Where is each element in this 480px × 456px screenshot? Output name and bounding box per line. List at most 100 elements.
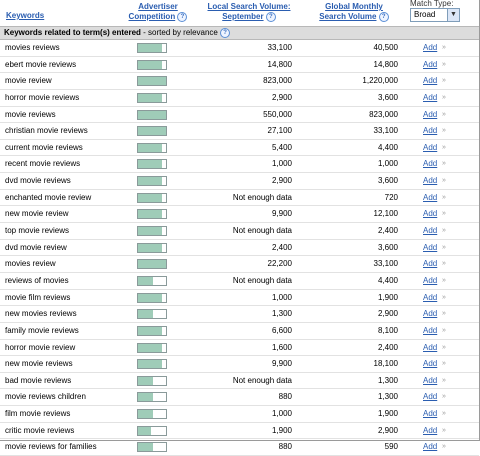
chevron-right-icon[interactable]: » bbox=[442, 110, 446, 120]
add-link[interactable]: Add bbox=[423, 243, 437, 253]
local-volume-cell: 880 bbox=[278, 442, 292, 452]
keyword-cell: dvd movie reviews bbox=[5, 176, 71, 186]
chevron-right-icon[interactable]: » bbox=[442, 259, 446, 269]
chevron-right-icon[interactable]: » bbox=[442, 126, 446, 136]
keyword-cell: recent movie reviews bbox=[5, 159, 81, 169]
column-header-local-volume[interactable]: Local Search Volume: September ? bbox=[200, 2, 298, 22]
add-link[interactable]: Add bbox=[423, 293, 437, 303]
competition-bar-fill bbox=[138, 293, 162, 302]
chevron-right-icon[interactable]: » bbox=[442, 293, 446, 303]
global-header-line2: Search Volume bbox=[319, 12, 377, 22]
add-link[interactable]: Add bbox=[423, 326, 437, 336]
keyword-cell: current movie reviews bbox=[5, 142, 83, 152]
add-link[interactable]: Add bbox=[423, 392, 437, 402]
chevron-right-icon[interactable]: » bbox=[442, 159, 446, 169]
competition-bar-fill bbox=[138, 443, 154, 452]
help-icon[interactable]: ? bbox=[220, 27, 231, 38]
competition-bar bbox=[137, 392, 167, 403]
chevron-right-icon[interactable]: » bbox=[442, 309, 446, 319]
local-volume-cell: 5,400 bbox=[271, 142, 292, 152]
column-header-competition[interactable]: Advertiser Competition ? bbox=[118, 2, 198, 22]
chevron-right-icon[interactable]: » bbox=[442, 409, 446, 419]
chevron-right-icon[interactable]: » bbox=[442, 343, 446, 353]
add-link[interactable]: Add bbox=[423, 60, 437, 70]
add-link[interactable]: Add bbox=[423, 226, 437, 236]
table-row: ebert movie reviews 14,800 14,800 Add » bbox=[0, 57, 479, 74]
add-link[interactable]: Add bbox=[423, 442, 437, 452]
competition-bar-fill bbox=[138, 276, 154, 285]
add-link[interactable]: Add bbox=[423, 259, 437, 269]
global-volume-cell: 3,600 bbox=[377, 176, 398, 186]
keyword-cell: enchanted movie review bbox=[5, 192, 92, 202]
local-volume-cell: 1,900 bbox=[271, 425, 292, 435]
chevron-right-icon[interactable]: » bbox=[442, 60, 446, 70]
add-link[interactable]: Add bbox=[423, 143, 437, 153]
chevron-right-icon[interactable]: » bbox=[442, 243, 446, 253]
chevron-right-icon[interactable]: » bbox=[442, 93, 446, 103]
add-link[interactable]: Add bbox=[423, 76, 437, 86]
add-link[interactable]: Add bbox=[423, 209, 437, 219]
keyword-cell: movie review bbox=[5, 76, 52, 86]
local-volume-cell: 2,400 bbox=[271, 242, 292, 252]
chevron-right-icon[interactable]: » bbox=[442, 392, 446, 402]
chevron-right-icon[interactable]: » bbox=[442, 176, 446, 186]
match-type-value: Broad bbox=[414, 10, 436, 19]
chevron-right-icon[interactable]: » bbox=[442, 276, 446, 286]
add-link[interactable]: Add bbox=[423, 126, 437, 136]
add-link[interactable]: Add bbox=[423, 43, 437, 53]
competition-bar bbox=[137, 425, 167, 436]
column-header-keywords[interactable]: Keywords bbox=[6, 11, 44, 20]
keyword-cell: critic movie reviews bbox=[5, 425, 75, 435]
add-link[interactable]: Add bbox=[423, 309, 437, 319]
global-volume-cell: 12,100 bbox=[373, 209, 398, 219]
add-link[interactable]: Add bbox=[423, 343, 437, 353]
local-volume-cell: 27,100 bbox=[267, 126, 292, 136]
match-type-select[interactable]: Broad ▼ bbox=[410, 8, 460, 22]
keyword-cell: movies reviews bbox=[5, 43, 60, 52]
competition-bar-fill bbox=[138, 410, 154, 419]
table-row: new movie review 9,900 12,100 Add » bbox=[0, 206, 479, 224]
help-icon[interactable]: ? bbox=[265, 12, 276, 22]
add-link[interactable]: Add bbox=[423, 376, 437, 386]
add-link[interactable]: Add bbox=[423, 176, 437, 186]
add-link[interactable]: Add bbox=[423, 159, 437, 169]
global-volume-cell: 8,100 bbox=[377, 325, 398, 335]
add-link[interactable]: Add bbox=[423, 93, 437, 103]
add-link[interactable]: Add bbox=[423, 359, 437, 369]
keyword-cell: top movie reviews bbox=[5, 226, 70, 236]
help-icon[interactable]: ? bbox=[177, 12, 188, 22]
competition-header-line2: Competition bbox=[128, 12, 176, 22]
chevron-right-icon[interactable]: » bbox=[442, 193, 446, 203]
chevron-right-icon[interactable]: » bbox=[442, 376, 446, 386]
competition-bar bbox=[137, 375, 167, 386]
chevron-down-icon[interactable]: ▼ bbox=[447, 9, 459, 21]
competition-bar-fill bbox=[138, 44, 162, 52]
chevron-right-icon[interactable]: » bbox=[442, 43, 446, 53]
add-link[interactable]: Add bbox=[423, 409, 437, 419]
chevron-right-icon[interactable]: » bbox=[442, 359, 446, 369]
column-header-global-volume[interactable]: Global Monthly Search Volume ? bbox=[308, 2, 400, 22]
local-volume-cell: Not enough data bbox=[232, 226, 292, 236]
keyword-cell: reviews of movies bbox=[5, 275, 69, 285]
chevron-right-icon[interactable]: » bbox=[442, 143, 446, 153]
chevron-right-icon[interactable]: » bbox=[442, 326, 446, 336]
add-link[interactable]: Add bbox=[423, 110, 437, 120]
global-volume-cell: 18,100 bbox=[373, 359, 398, 369]
chevron-right-icon[interactable]: » bbox=[442, 426, 446, 436]
chevron-right-icon[interactable]: » bbox=[442, 226, 446, 236]
competition-bar-fill bbox=[138, 127, 166, 136]
competition-bar bbox=[137, 442, 167, 453]
table-row: new movie reviews 9,900 18,100 Add » bbox=[0, 356, 479, 373]
global-volume-cell: 1,300 bbox=[377, 392, 398, 402]
chevron-right-icon[interactable]: » bbox=[442, 76, 446, 86]
chevron-right-icon[interactable]: » bbox=[442, 209, 446, 219]
add-link[interactable]: Add bbox=[423, 193, 437, 203]
competition-bar-fill bbox=[138, 93, 162, 102]
add-link[interactable]: Add bbox=[423, 426, 437, 436]
chevron-right-icon[interactable]: » bbox=[442, 442, 446, 452]
help-icon[interactable]: ? bbox=[378, 12, 389, 22]
table-row: horror movie reviews 2,900 3,600 Add » bbox=[0, 90, 479, 107]
table-row: film movie reviews 1,000 1,900 Add » bbox=[0, 406, 479, 423]
add-link[interactable]: Add bbox=[423, 276, 437, 286]
local-volume-cell: 33,100 bbox=[267, 43, 292, 52]
